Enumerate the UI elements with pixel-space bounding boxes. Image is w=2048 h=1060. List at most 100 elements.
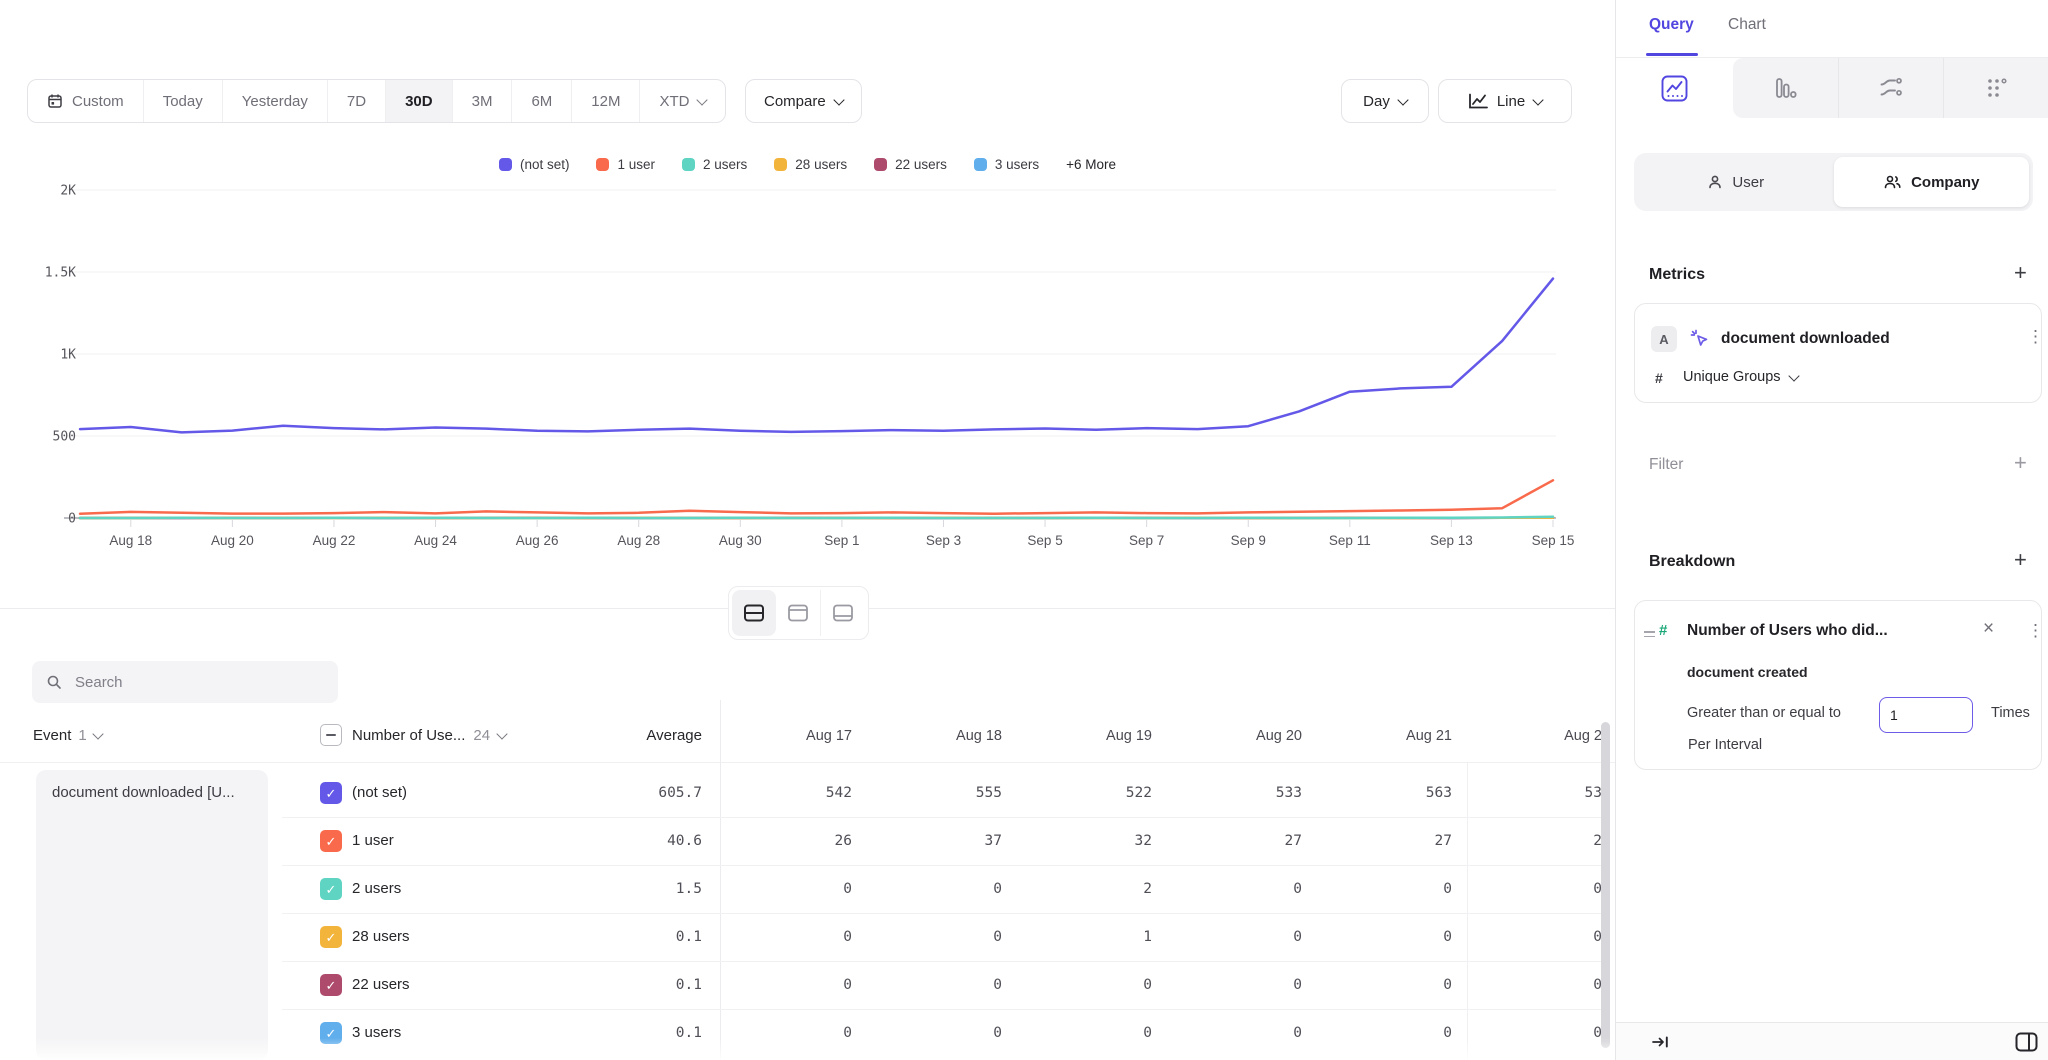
cell-value: 533 — [1182, 769, 1302, 817]
layout-split-button[interactable] — [732, 590, 776, 636]
collapse-panel-icon[interactable] — [1651, 1034, 1670, 1050]
user-icon — [1707, 174, 1723, 190]
cell-value: 37 — [882, 817, 1002, 865]
series-checkbox[interactable]: ✓ — [320, 974, 342, 996]
metric-card[interactable]: A document downloaded ⋮ # Unique Groups — [1634, 303, 2042, 403]
cell-value: 0 — [882, 961, 1002, 1009]
date-column-header: Aug 2 — [1482, 728, 1602, 744]
check-icon: ✓ — [326, 1027, 337, 1040]
chart-tab-funnel[interactable] — [1733, 58, 1839, 118]
legend-swatch — [682, 158, 695, 171]
legend-item[interactable]: 2 users — [682, 157, 747, 172]
check-icon: ✓ — [326, 883, 337, 896]
close-icon[interactable]: × — [1983, 618, 1994, 640]
series-checkbox[interactable]: ✓ — [320, 878, 342, 900]
range-yesterday-button[interactable]: Yesterday — [223, 80, 328, 122]
event-column-header[interactable]: Event 1 — [33, 727, 102, 744]
series-header-count: 24 — [473, 727, 490, 744]
range-xtd-button[interactable]: XTD — [640, 80, 725, 122]
cell-value: 555 — [882, 769, 1002, 817]
series-checkbox[interactable]: ✓ — [320, 830, 342, 852]
active-tab-underline — [1646, 53, 1698, 56]
cell-value: 0 — [1182, 1009, 1302, 1057]
range-6m-button[interactable]: 6M — [512, 80, 572, 122]
series-label: 3 users — [352, 1009, 401, 1057]
range-12m-button[interactable]: 12M — [572, 80, 640, 122]
range-label: XTD — [659, 93, 689, 110]
search-input[interactable] — [73, 673, 324, 692]
legend-item[interactable]: 3 users — [974, 157, 1039, 172]
layout-table-only-button[interactable] — [821, 590, 865, 636]
chart-tab-journey[interactable] — [1839, 58, 1945, 118]
interval-dropdown[interactable]: Day — [1341, 79, 1429, 123]
legend-swatch — [874, 158, 887, 171]
range-3m-button[interactable]: 3M — [453, 80, 513, 122]
layout-chart-only-button[interactable] — [776, 590, 821, 636]
toggle-company-label: Company — [1911, 174, 1979, 191]
series-checkbox[interactable]: ✓ — [320, 926, 342, 948]
metric-menu-button[interactable]: ⋮ — [2027, 328, 2044, 345]
add-filter-button[interactable]: + — [2014, 452, 2027, 474]
measure-dropdown[interactable]: Unique Groups — [1683, 369, 1798, 385]
range-label: 12M — [591, 93, 620, 110]
legend-item[interactable]: 28 users — [774, 157, 847, 172]
side-panel-icon[interactable] — [2015, 1032, 2038, 1052]
svg-text:0: 0 — [68, 512, 76, 527]
average-column-header[interactable]: Average — [560, 727, 702, 744]
legend-label: (not set) — [520, 157, 570, 172]
range-label: Custom — [72, 93, 124, 110]
cell-value: 0 — [1182, 865, 1302, 913]
legend-item[interactable]: (not set) — [499, 157, 570, 172]
compare-button[interactable]: Compare — [745, 79, 862, 123]
cell-value: 542 — [732, 769, 852, 817]
cell-value: 0 — [1482, 865, 1602, 913]
svg-text:Sep 13: Sep 13 — [1430, 533, 1473, 548]
series-checkbox[interactable]: ✓ — [320, 1022, 342, 1044]
line-chart-icon — [1468, 93, 1488, 109]
tab-query[interactable]: Query — [1649, 16, 1694, 34]
range-custom-button[interactable]: Custom — [28, 80, 144, 122]
chart-tab-matrix[interactable] — [1944, 58, 2048, 118]
svg-text:500: 500 — [53, 430, 76, 445]
times-input[interactable] — [1879, 697, 1973, 733]
chart-type-dropdown[interactable]: Line — [1438, 79, 1572, 123]
series-checkbox[interactable]: ✓ — [320, 782, 342, 804]
range-label: Yesterday — [242, 93, 308, 110]
times-unit-label: Times — [1991, 705, 2030, 721]
svg-text:Aug 18: Aug 18 — [109, 533, 152, 548]
toggle-company[interactable]: Company — [1834, 157, 2030, 207]
chart-type-label: Line — [1497, 93, 1525, 110]
cell-value: 0 — [1182, 913, 1302, 961]
search-icon — [46, 674, 62, 690]
add-metric-button[interactable]: + — [2014, 262, 2027, 284]
calendar-icon — [47, 93, 63, 109]
svg-text:Sep 15: Sep 15 — [1532, 533, 1575, 548]
series-column-header[interactable]: Number of Use... 24 — [352, 727, 506, 744]
range-30d-button[interactable]: 30D — [386, 80, 453, 122]
legend-more-button[interactable]: +6 More — [1066, 157, 1116, 172]
breakdown-menu-button[interactable]: ⋮ — [2027, 622, 2044, 639]
cell-value: 0 — [882, 865, 1002, 913]
event-header-count: 1 — [78, 727, 86, 744]
vertical-scrollbar[interactable] — [1601, 722, 1610, 1048]
date-column-header: Aug 18 — [882, 728, 1002, 744]
range-today-button[interactable]: Today — [144, 80, 223, 122]
legend-item[interactable]: 22 users — [874, 157, 947, 172]
event-header-label: Event — [33, 727, 71, 744]
add-breakdown-button[interactable]: + — [2014, 549, 2027, 571]
legend-swatch — [974, 158, 987, 171]
toggle-user[interactable]: User — [1638, 157, 1834, 207]
check-icon: ✓ — [326, 787, 337, 800]
select-all-checkbox[interactable] — [320, 724, 342, 746]
drag-handle-icon[interactable] — [1644, 628, 1655, 640]
chart-legend: (not set) 1 user 2 users 28 users 22 use… — [0, 157, 1615, 172]
dots-grid-icon — [1985, 76, 2009, 100]
series-label: 2 users — [352, 865, 401, 913]
table-row: ✓ 28 users 0.1 0 0 1 0 0 0 — [0, 913, 1615, 961]
event-cursor-icon — [1689, 328, 1710, 349]
chart-tab-segmentation[interactable] — [1616, 58, 1733, 118]
legend-label: 2 users — [703, 157, 747, 172]
range-7d-button[interactable]: 7D — [328, 80, 386, 122]
tab-chart[interactable]: Chart — [1728, 16, 1766, 34]
legend-item[interactable]: 1 user — [596, 157, 655, 172]
